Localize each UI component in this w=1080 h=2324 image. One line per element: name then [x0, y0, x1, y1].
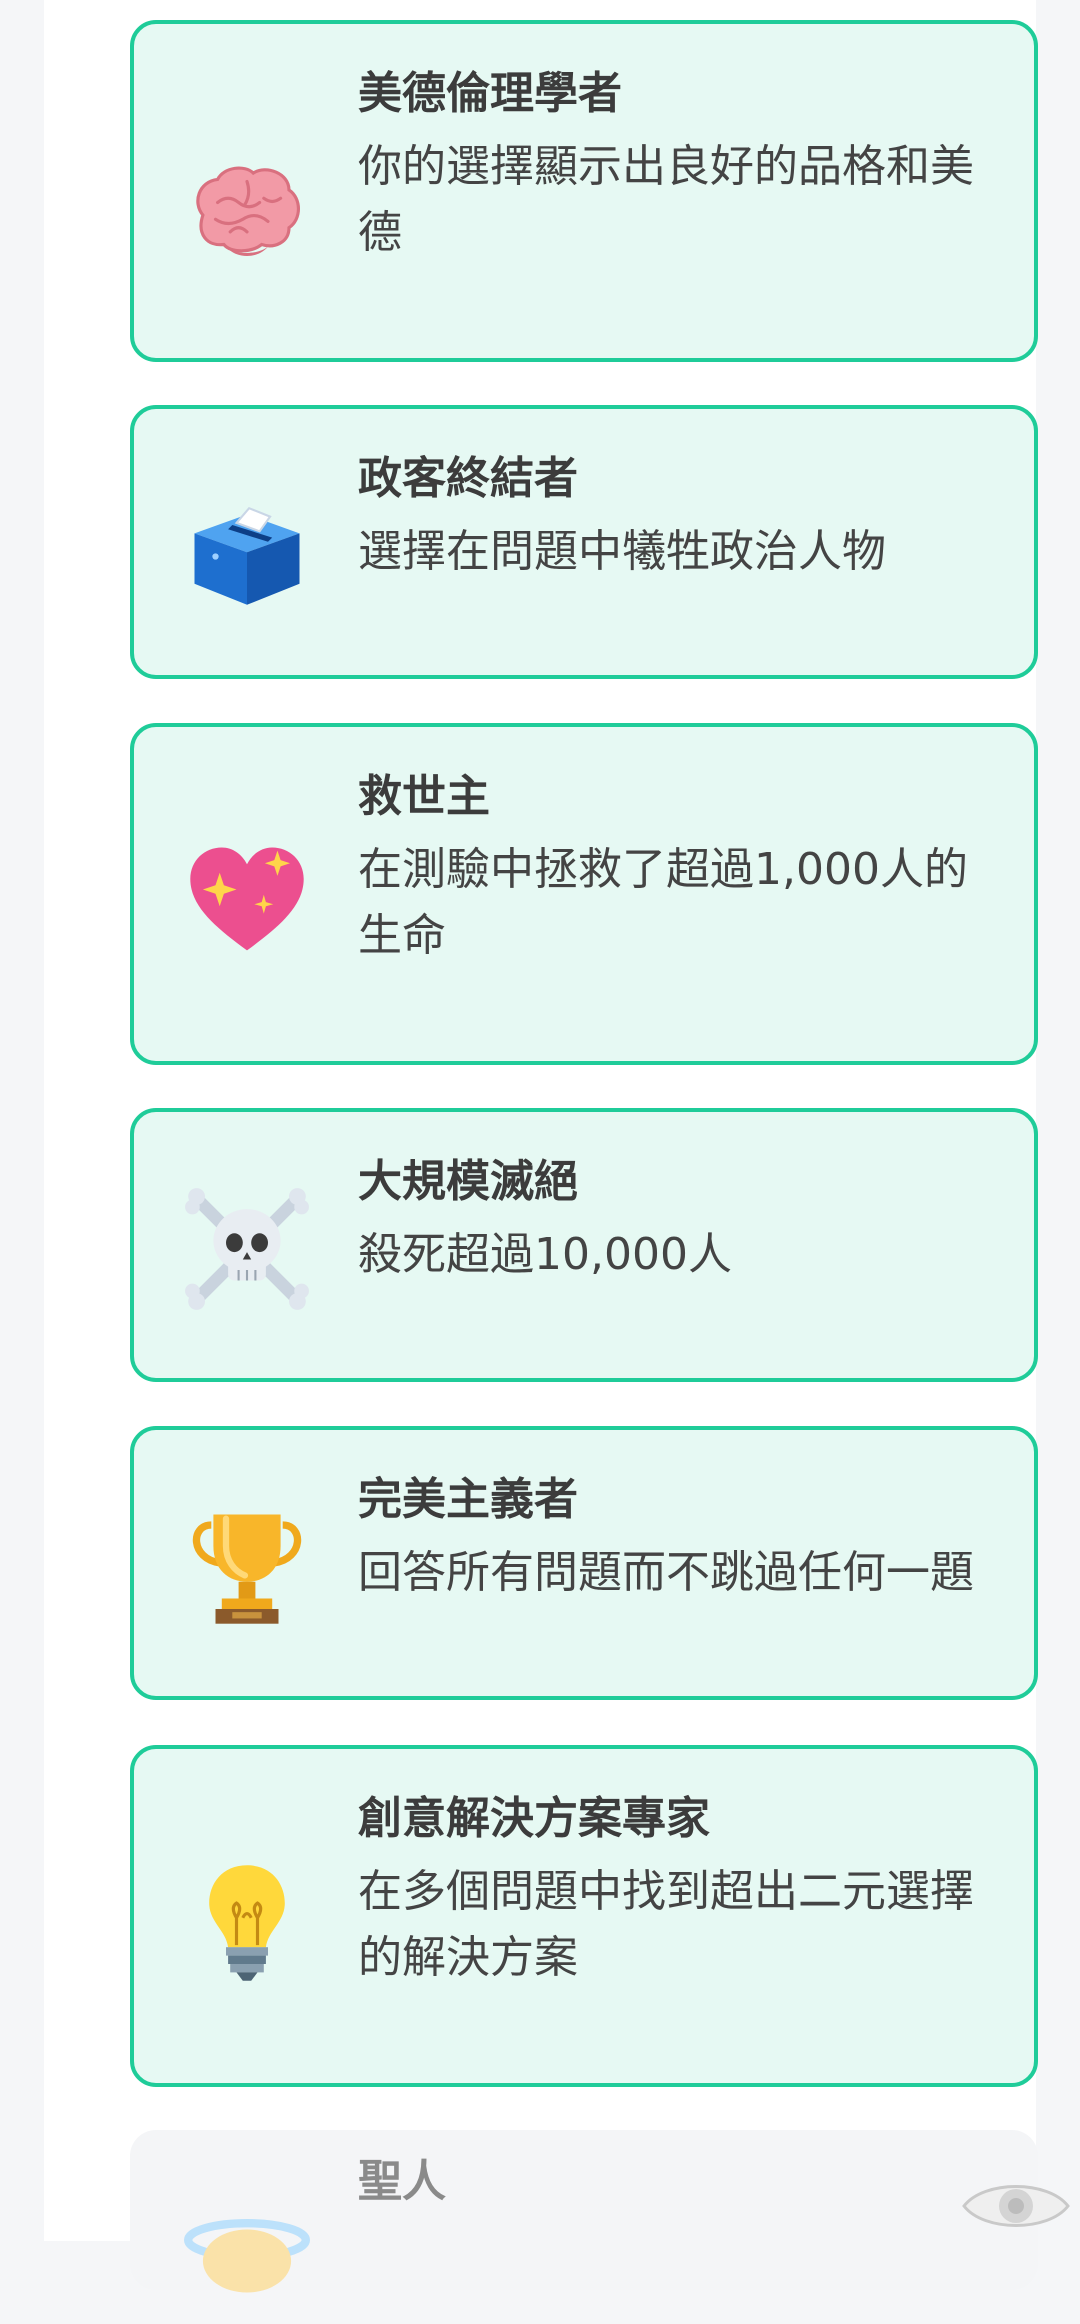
achievement-title: 美德倫理學者 [358, 68, 622, 119]
achievement-card-saint[interactable]: 聖人 [130, 2130, 1038, 2293]
achievement-card-perfectionist[interactable]: 完美主義者 回答所有問題而不跳過任何一題 [130, 1426, 1038, 1700]
achievement-description: 回答所有問題而不跳過任何一題 [358, 1547, 974, 1598]
trophy-icon [184, 1504, 310, 1630]
achievement-card-politician-terminator[interactable]: 政客終結者 選擇在問題中犧牲政治人物 [130, 405, 1038, 679]
achievement-title: 完美主義者 [358, 1474, 578, 1525]
skull-crossbones-icon [184, 1186, 310, 1312]
achievement-title: 聖人 [358, 2156, 446, 2207]
achievement-title: 政客終結者 [358, 453, 578, 504]
sparkling-heart-icon [184, 837, 310, 963]
eye-icon[interactable] [960, 2176, 1072, 2236]
achievement-card-virtue-ethicist[interactable]: 美德倫理學者 你的選擇顯示出良好的品格和美德 [130, 20, 1038, 362]
achievement-title: 大規模滅絕 [358, 1156, 578, 1207]
achievement-title: 救世主 [358, 771, 490, 822]
achievement-description: 在測驗中拯救了超過1,000人的生命 [358, 844, 968, 961]
achievement-title: 創意解決方案專家 [358, 1793, 710, 1844]
achievement-description: 在多個問題中找到超出二元選擇的解決方案 [358, 1866, 974, 1983]
achievement-description: 你的選擇顯示出良好的品格和美德 [358, 141, 974, 258]
light-bulb-icon [184, 1859, 310, 1985]
achievements-panel: 美德倫理學者 你的選擇顯示出良好的品格和美德 政客終結者 選擇在問題中犧牲政治人… [44, 0, 1038, 2293]
achievement-card-mass-extinction[interactable]: 大規模滅絕 殺死超過10,000人 [130, 1108, 1038, 1382]
halo-icon [184, 2198, 310, 2324]
achievement-card-savior[interactable]: 救世主 在測驗中拯救了超過1,000人的生命 [130, 723, 1038, 1065]
ballot-box-icon [184, 483, 310, 609]
achievement-card-creative-solution-expert[interactable]: 創意解決方案專家 在多個問題中找到超出二元選擇的解決方案 [130, 1745, 1038, 2087]
brain-icon [184, 150, 310, 276]
achievement-description: 選擇在問題中犧牲政治人物 [358, 526, 886, 577]
achievement-description: 殺死超過10,000人 [358, 1229, 732, 1280]
